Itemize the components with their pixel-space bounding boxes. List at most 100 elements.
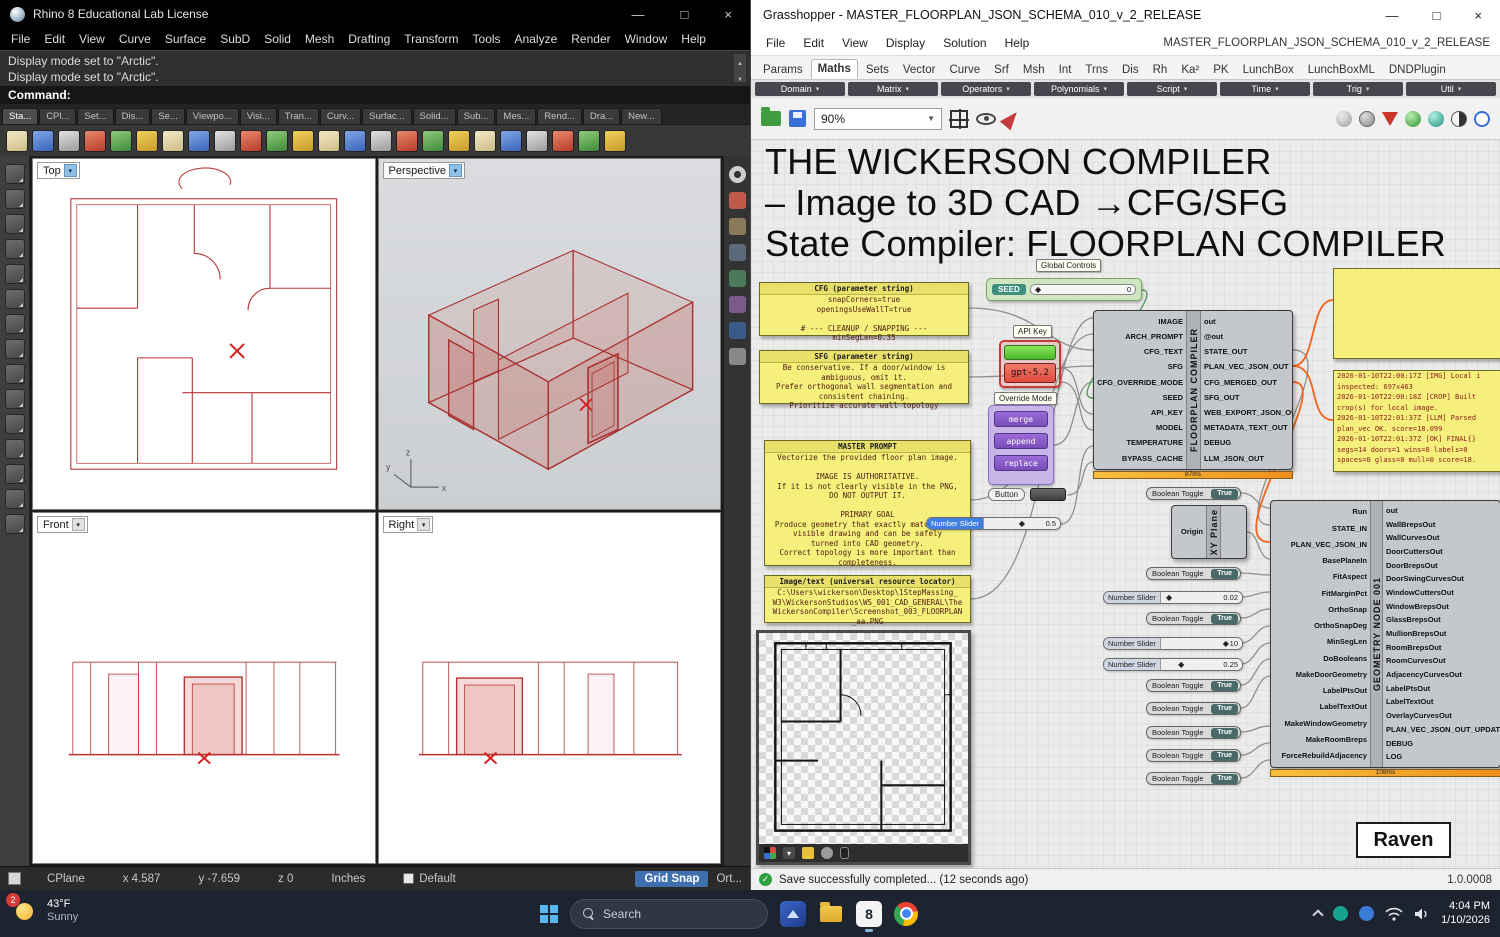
compiler-input-port[interactable]: CFG_TEXT — [1097, 348, 1183, 356]
zoom-icon[interactable] — [292, 129, 314, 152]
gear-icon[interactable] — [728, 166, 746, 183]
category-dropdown[interactable]: Operators — [941, 82, 1031, 96]
photos-app-icon[interactable] — [780, 900, 806, 927]
sweep-icon[interactable] — [4, 439, 25, 459]
menu-item[interactable]: Analyze — [508, 32, 565, 46]
geometry-input-port[interactable]: MinSegLen — [1274, 638, 1367, 646]
mesh-icon[interactable] — [4, 514, 25, 534]
component-tab[interactable]: Params — [757, 61, 809, 79]
solid-icon[interactable] — [4, 489, 25, 509]
geometry-input-port[interactable]: MakeDoorGeometry — [1274, 671, 1367, 679]
geometry-input-port[interactable]: BasePlaneIn — [1274, 557, 1367, 565]
xy-plane-node[interactable]: Origin XY Plane — [1171, 505, 1247, 559]
save-icon[interactable] — [58, 129, 80, 152]
open-file-icon[interactable] — [761, 107, 781, 126]
chevron-down-icon[interactable]: ▾ — [417, 518, 431, 531]
minimize-button[interactable]: — — [632, 7, 645, 22]
geometry-output-port[interactable]: MullionBrepsOut — [1386, 630, 1497, 638]
menu-item[interactable]: SubD — [213, 32, 257, 46]
boolean-toggle[interactable]: Boolean Toggle True — [1146, 726, 1241, 739]
start-button[interactable] — [540, 904, 558, 923]
chrome-icon[interactable] — [894, 901, 918, 926]
notes-icon[interactable] — [728, 348, 746, 365]
geometry-input-port[interactable]: LabelPtsOut — [1274, 687, 1367, 695]
cfg-panel[interactable]: CFG (parameter string) snapCorners=true o… — [759, 282, 969, 342]
boolean-toggle[interactable]: Boolean Toggle True — [1146, 679, 1241, 692]
chevron-down-icon[interactable]: ▾ — [448, 164, 462, 177]
component-tab[interactable]: Maths — [810, 59, 858, 79]
toggle-value[interactable]: True — [1211, 488, 1238, 499]
undo-icon[interactable] — [188, 129, 210, 152]
geometry-output-port[interactable]: WindowCuttersOut — [1386, 589, 1497, 597]
menu-item[interactable]: Edit — [794, 36, 833, 50]
category-dropdown[interactable]: Domain — [755, 82, 845, 96]
maximize-button[interactable]: □ — [681, 7, 689, 22]
open-file-icon[interactable] — [32, 129, 54, 152]
temperature-slider[interactable]: Number Slider ◆ 0.5 — [926, 517, 1061, 530]
display-icon[interactable] — [422, 129, 444, 152]
zoom-extents-icon[interactable] — [318, 129, 340, 152]
export-icon[interactable]: ▾ — [783, 847, 795, 859]
compiler-output-port[interactable]: LLM_JSON_OUT — [1204, 455, 1289, 463]
compiler-input-port[interactable]: SFG — [1097, 363, 1183, 371]
menu-item[interactable]: File — [4, 32, 37, 46]
geometry-output-port[interactable]: LabelTextOut — [1386, 698, 1497, 706]
compiler-output-port[interactable]: PLAN_VEC_JSON_OUT — [1204, 363, 1289, 371]
category-dropdown[interactable]: Matrix — [848, 82, 938, 96]
viewport-front[interactable]: Front ▾ — [32, 512, 376, 864]
panel-tab[interactable]: Sub... — [456, 108, 496, 124]
paste-icon[interactable] — [162, 129, 184, 152]
geometry-input-port[interactable]: PLAN_VEC_JSON_IN — [1274, 541, 1367, 549]
panel-tab[interactable]: Surfac... — [362, 108, 412, 124]
viewport-top[interactable]: Top ▾ — [32, 158, 376, 510]
search-input[interactable]: Search — [570, 898, 768, 929]
boolean-toggle[interactable]: Boolean Toggle True — [1146, 702, 1241, 715]
boolean-toggle[interactable]: Boolean Toggle True — [1146, 749, 1241, 762]
hide-icon[interactable] — [578, 129, 600, 152]
boolean-toggle[interactable]: Boolean Toggle True — [1146, 772, 1241, 785]
preview-custom-icon[interactable] — [1428, 110, 1444, 127]
panel-tab[interactable]: Visi... — [239, 108, 277, 124]
boolean-toggle[interactable]: Boolean Toggle True — [1146, 567, 1241, 580]
number-slider[interactable]: Number Slider ◆ 0.02 — [1103, 591, 1243, 604]
compiler-input-port[interactable]: CFG_OVERRIDE_MODE — [1097, 379, 1183, 387]
menu-item[interactable]: Tools — [466, 32, 508, 46]
panel-tab[interactable]: Se... — [151, 108, 185, 124]
geometry-input-port[interactable]: STATE_IN — [1274, 525, 1367, 533]
compiler-input-port[interactable]: BYPASS_CACHE — [1097, 455, 1183, 463]
geometry-output-port[interactable]: DEBUG — [1386, 739, 1497, 748]
move-icon[interactable] — [344, 129, 366, 152]
object-snap-icon[interactable] — [448, 129, 470, 152]
component-tab[interactable]: Msh — [1017, 61, 1051, 79]
override-option-replace[interactable]: replace — [994, 455, 1048, 471]
geometry-input-port[interactable]: ForceRebuildAdjacency — [1274, 752, 1367, 760]
geometry-input-port[interactable]: OrthoSnapDeg — [1274, 622, 1367, 630]
layer-indicator[interactable]: Default — [403, 873, 456, 885]
panel-tab[interactable]: Set... — [77, 108, 114, 124]
geometry-input-port[interactable]: FitAspect — [1274, 573, 1367, 581]
filter-icon[interactable] — [500, 129, 522, 152]
selection-funnel-icon[interactable] — [1382, 111, 1398, 126]
chevron-up-icon[interactable] — [1312, 909, 1324, 921]
compiler-output-port[interactable]: METADATA_TEXT_OUT — [1204, 424, 1289, 432]
chevron-down-icon[interactable]: ▾ — [71, 518, 85, 531]
preview-shaded-icon[interactable] — [1336, 110, 1352, 127]
menu-item[interactable]: Mesh — [298, 32, 341, 46]
panel-tab[interactable]: Mes... — [496, 108, 537, 124]
menu-item[interactable]: Curve — [112, 32, 158, 46]
slider-handle[interactable]: ◆ — [1035, 285, 1041, 294]
panel-tab[interactable]: Tran... — [277, 108, 319, 124]
viewport-right-label[interactable]: Right ▾ — [382, 516, 434, 533]
materials-icon[interactable] — [728, 296, 746, 313]
component-tab[interactable]: Srf — [988, 61, 1015, 79]
menu-item[interactable]: Solid — [257, 32, 298, 46]
slider-handle[interactable]: ◆ — [1178, 660, 1184, 669]
circle-icon[interactable] — [4, 289, 25, 309]
compiler-output-port[interactable]: SFG_OUT — [1204, 394, 1289, 402]
geometry-input-port[interactable]: DoBooleans — [1274, 655, 1367, 663]
canvas-grid-icon[interactable] — [949, 108, 969, 129]
compiler-output-port[interactable]: CFG_MERGED_OUT — [1204, 379, 1289, 387]
sfg-panel[interactable]: SFG (parameter string) Be conservative. … — [759, 350, 969, 410]
device-icon[interactable] — [840, 847, 849, 859]
xy-plane-input-port[interactable]: Origin — [1175, 528, 1203, 536]
